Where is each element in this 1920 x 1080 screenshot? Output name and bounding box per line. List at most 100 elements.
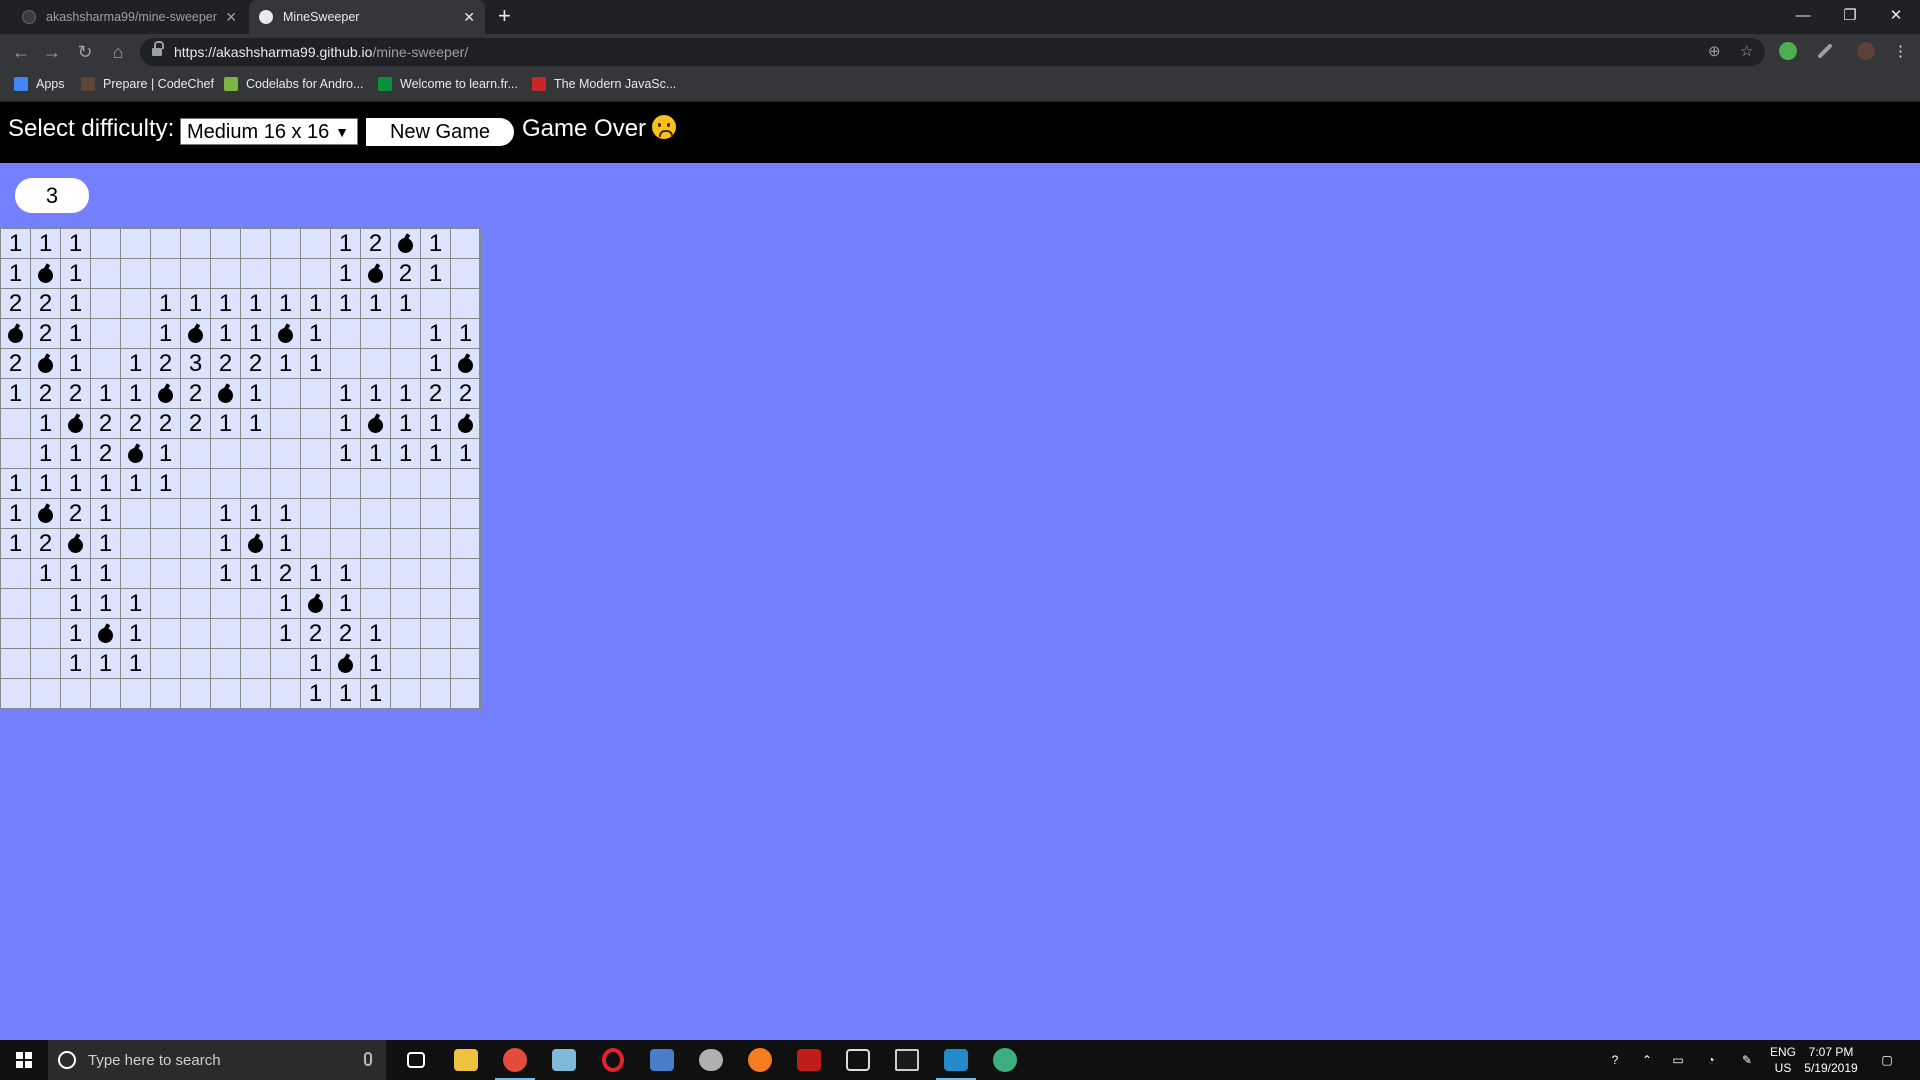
- mine-icon[interactable]: [361, 259, 391, 289]
- board-cell[interactable]: [451, 679, 481, 709]
- board-cell[interactable]: 1: [331, 379, 361, 409]
- board-cell[interactable]: 1: [211, 289, 241, 319]
- zoom-icon[interactable]: ⊕: [1708, 42, 1721, 60]
- microphone-icon[interactable]: [364, 1052, 372, 1066]
- board-cell[interactable]: 1: [91, 589, 121, 619]
- mine-icon[interactable]: [31, 499, 61, 529]
- board-cell[interactable]: 1: [91, 379, 121, 409]
- board-cell[interactable]: [181, 229, 211, 259]
- board-cell[interactable]: 2: [61, 499, 91, 529]
- board-cell[interactable]: [91, 679, 121, 709]
- board-cell[interactable]: [271, 679, 301, 709]
- board-cell[interactable]: [211, 679, 241, 709]
- board-cell[interactable]: 1: [211, 409, 241, 439]
- board-cell[interactable]: 1: [151, 319, 181, 349]
- board-cell[interactable]: [331, 319, 361, 349]
- board-cell[interactable]: 2: [31, 289, 61, 319]
- board-cell[interactable]: [361, 319, 391, 349]
- bookmark-modern-js[interactable]: The Modern JavaSc...: [532, 77, 676, 91]
- new-game-button[interactable]: New Game: [366, 118, 514, 146]
- mine-icon[interactable]: [241, 529, 271, 559]
- board-cell[interactable]: [301, 529, 331, 559]
- board-cell[interactable]: 1: [121, 379, 151, 409]
- board-cell[interactable]: 1: [241, 559, 271, 589]
- close-icon[interactable]: ✕: [463, 9, 475, 26]
- minimize-button[interactable]: —: [1780, 0, 1826, 30]
- board-cell[interactable]: [451, 469, 481, 499]
- mine-icon[interactable]: [301, 589, 331, 619]
- board-cell[interactable]: 1: [91, 469, 121, 499]
- board-cell[interactable]: 1: [31, 439, 61, 469]
- mine-icon[interactable]: [31, 349, 61, 379]
- board-cell[interactable]: 1: [301, 649, 331, 679]
- board-cell[interactable]: 1: [61, 649, 91, 679]
- board-cell[interactable]: 2: [421, 379, 451, 409]
- board-cell[interactable]: [211, 469, 241, 499]
- board-cell[interactable]: [271, 409, 301, 439]
- help-icon[interactable]: ?: [1602, 1040, 1628, 1080]
- board-cell[interactable]: 1: [1, 379, 31, 409]
- board-cell[interactable]: 1: [121, 649, 151, 679]
- board-cell[interactable]: 1: [421, 229, 451, 259]
- board-cell[interactable]: [181, 559, 211, 589]
- board-cell[interactable]: [181, 439, 211, 469]
- board-cell[interactable]: 1: [421, 439, 451, 469]
- mine-icon[interactable]: [211, 379, 241, 409]
- board-cell[interactable]: [391, 529, 421, 559]
- board-cell[interactable]: 2: [31, 319, 61, 349]
- board-cell[interactable]: [391, 469, 421, 499]
- board-cell[interactable]: 1: [331, 409, 361, 439]
- board-cell[interactable]: 1: [271, 619, 301, 649]
- board-cell[interactable]: 1: [361, 679, 391, 709]
- board-cell[interactable]: 1: [331, 559, 361, 589]
- back-icon[interactable]: ←: [9, 40, 33, 64]
- chrome-button[interactable]: [491, 1040, 539, 1080]
- board-cell[interactable]: 1: [151, 439, 181, 469]
- avatar[interactable]: [1857, 42, 1875, 60]
- board-cell[interactable]: 1: [421, 349, 451, 379]
- board-cell[interactable]: 1: [361, 289, 391, 319]
- taskbar-clock[interactable]: 7:07 PM 5/19/2019: [1794, 1044, 1868, 1076]
- board-cell[interactable]: [151, 649, 181, 679]
- board-cell[interactable]: [391, 499, 421, 529]
- mine-icon[interactable]: [451, 409, 481, 439]
- board-cell[interactable]: 1: [271, 589, 301, 619]
- pen-icon[interactable]: [1817, 43, 1833, 59]
- board-cell[interactable]: 1: [211, 559, 241, 589]
- board-cell[interactable]: 2: [91, 409, 121, 439]
- board-cell[interactable]: 1: [271, 289, 301, 319]
- board-cell[interactable]: 1: [451, 319, 481, 349]
- app-button-2[interactable]: [981, 1040, 1029, 1080]
- task-view-button[interactable]: [392, 1040, 440, 1080]
- board-cell[interactable]: 2: [31, 379, 61, 409]
- board-cell[interactable]: [301, 409, 331, 439]
- board-cell[interactable]: [151, 499, 181, 529]
- board-cell[interactable]: [421, 499, 451, 529]
- vscode-button[interactable]: [932, 1040, 980, 1080]
- board-cell[interactable]: 1: [31, 559, 61, 589]
- mine-icon[interactable]: [121, 439, 151, 469]
- board-cell[interactable]: [1, 649, 31, 679]
- mine-icon[interactable]: [391, 229, 421, 259]
- board-cell[interactable]: [361, 529, 391, 559]
- board-cell[interactable]: [241, 619, 271, 649]
- board-cell[interactable]: 1: [421, 319, 451, 349]
- board-cell[interactable]: [1, 409, 31, 439]
- board-cell[interactable]: [241, 649, 271, 679]
- board-cell[interactable]: [31, 649, 61, 679]
- mine-icon[interactable]: [61, 409, 91, 439]
- board-cell[interactable]: [331, 349, 361, 379]
- board-cell[interactable]: [421, 469, 451, 499]
- board-cell[interactable]: 1: [331, 589, 361, 619]
- board-cell[interactable]: 1: [271, 499, 301, 529]
- taskbar-search[interactable]: Type here to search: [48, 1040, 386, 1080]
- board-cell[interactable]: [181, 469, 211, 499]
- board-cell[interactable]: [121, 529, 151, 559]
- board-cell[interactable]: [151, 529, 181, 559]
- board-cell[interactable]: [181, 259, 211, 289]
- board-cell[interactable]: [211, 619, 241, 649]
- board-cell[interactable]: [151, 589, 181, 619]
- reload-icon[interactable]: ↻: [73, 40, 97, 64]
- tab-minesweeper[interactable]: MineSweeper ✕: [249, 0, 485, 34]
- mine-icon[interactable]: [271, 319, 301, 349]
